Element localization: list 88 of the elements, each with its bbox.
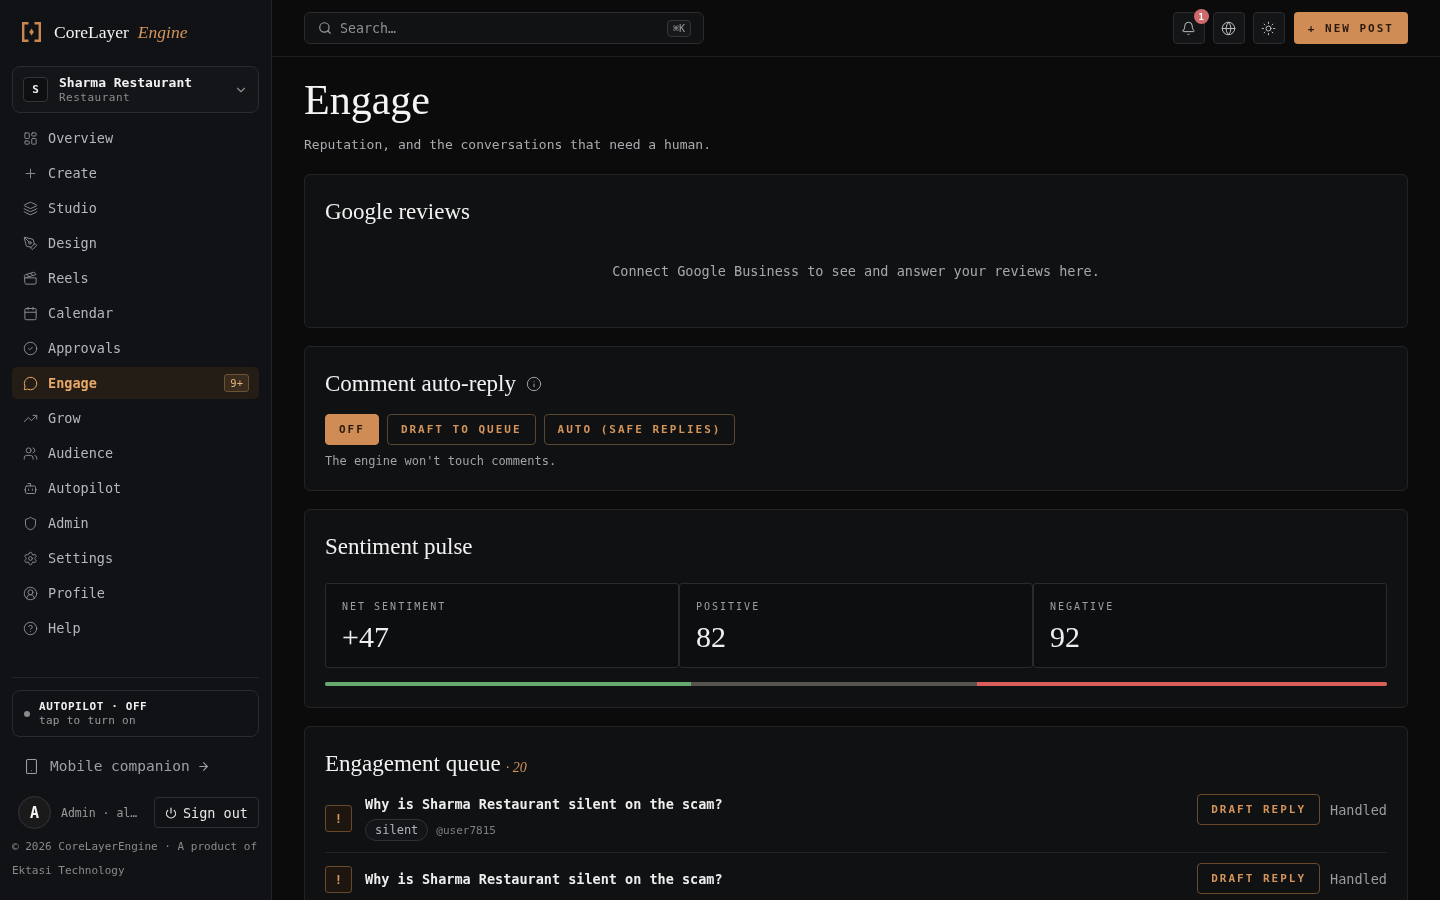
card-title: Comment auto-reply (325, 370, 516, 398)
nav-item[interactable]: Settings (12, 542, 259, 574)
plus-icon (23, 165, 38, 181)
search-input[interactable]: Search… (340, 17, 659, 39)
comment-text: Why is Sharma Restaurant silent on the scam? (365, 795, 724, 813)
stat-label: NET SENTIMENT (342, 600, 448, 614)
logo-icon (22, 22, 41, 42)
nav-item[interactable]: Audience (12, 437, 259, 469)
clapperboard-icon (23, 270, 38, 286)
sun-icon (1261, 20, 1277, 36)
page-title: Engage (304, 76, 431, 124)
shortcut-hint: ⌘K (666, 19, 691, 37)
empty-message: Connect Google Business to see and answer your reviews here. (611, 262, 1101, 281)
workspace-type: Restaurant (59, 91, 132, 104)
nav-item[interactable]: Engage 9+ (12, 367, 259, 399)
stat-value: 82 (696, 619, 727, 655)
globe-icon (1221, 20, 1237, 36)
nav-item[interactable]: Design (12, 227, 259, 259)
status-label: Handled (1330, 870, 1387, 887)
card-title: Sentiment pulse (325, 533, 473, 561)
info-icon (526, 376, 542, 392)
nav-item[interactable]: Create (12, 157, 259, 189)
nav-item[interactable]: Profile (12, 577, 259, 609)
nav-item[interactable]: Admin (12, 507, 259, 539)
nav-item[interactable]: Approvals (12, 332, 259, 364)
alert-mark: ! (325, 865, 352, 893)
nav-item[interactable]: Autopilot (12, 472, 259, 504)
author-handle: @user7815 (436, 823, 496, 837)
comment-text: Why is Sharma Restaurant silent on the scam? (365, 870, 724, 888)
robot-icon (23, 480, 38, 496)
nav-item[interactable]: Reels (12, 262, 259, 294)
workspace-selector[interactable]: S Sharma Restaurant Restaurant (12, 66, 259, 113)
workspace-name: Sharma Restaurant (59, 75, 194, 90)
user-label: Admin · al… (61, 805, 139, 820)
search-icon (318, 21, 332, 35)
bell-icon (1181, 20, 1197, 36)
settings-icon (23, 550, 38, 566)
sign-out-button[interactable]: Sign out (153, 797, 259, 828)
dashboard-icon (23, 130, 38, 146)
shield-icon (23, 515, 38, 531)
mode-note: The engine won't touch comments. (325, 453, 558, 469)
power-icon (164, 806, 177, 819)
nav-item[interactable]: Calendar (12, 297, 259, 329)
alert-mark: ! (325, 804, 352, 832)
user-avatar: A (18, 796, 51, 829)
check-circle-icon (23, 340, 38, 356)
arrow-right-icon (196, 759, 210, 773)
mode-option[interactable]: AUTO (SAFE REPLIES) (543, 414, 736, 445)
count-badge: 9+ (224, 374, 249, 392)
help-icon (23, 620, 38, 636)
mode-option[interactable]: OFF (325, 414, 379, 445)
page-subtitle: Reputation, and the conversations that need a human. (304, 136, 712, 154)
users-icon (23, 445, 38, 461)
nav-item[interactable]: Grow (12, 402, 259, 434)
calendar-icon (23, 305, 38, 321)
card-title: Engagement queue (325, 750, 501, 778)
queue-count: · 20 (505, 760, 527, 777)
mobile-companion-link[interactable]: Mobile companion (12, 753, 210, 779)
nav-item[interactable]: Help (12, 612, 259, 644)
layers-icon (23, 200, 38, 216)
language-button[interactable] (1212, 12, 1245, 44)
user-circle-icon (23, 585, 38, 601)
draft-reply-button[interactable]: DRAFT REPLY (1197, 794, 1321, 825)
phone-icon (23, 757, 40, 775)
autopilot-status: AUTOPILOT · OFF (39, 700, 148, 713)
stat-label: POSITIVE (696, 600, 762, 614)
autopilot-toggle[interactable]: AUTOPILOT · OFF tap to turn on (12, 690, 259, 737)
notification-count: 1 (1193, 9, 1209, 24)
workspace-avatar: S (23, 77, 48, 102)
stat-value: +47 (342, 619, 390, 655)
nav-item[interactable]: Studio (12, 192, 259, 224)
search-bar[interactable]: Search… ⌘K (304, 12, 704, 44)
card-title: Google reviews (325, 198, 470, 226)
nav-item[interactable]: Overview (12, 122, 259, 154)
tag-chip: silent (365, 819, 429, 841)
brand-name: CoreLayer (54, 21, 129, 43)
pen-icon (23, 235, 38, 251)
stat-value: 92 (1050, 619, 1081, 655)
theme-button[interactable] (1252, 12, 1285, 44)
new-post-button[interactable]: + NEW POST (1293, 12, 1408, 44)
draft-reply-button[interactable]: DRAFT REPLY (1197, 863, 1321, 894)
mode-option[interactable]: DRAFT TO QUEUE (386, 414, 536, 445)
brand-suffix: Engine (137, 21, 188, 43)
chat-bubble-icon (23, 375, 38, 391)
status-label: Handled (1330, 801, 1387, 818)
autopilot-hint: tap to turn on (39, 714, 137, 727)
copyright-text: © 2026 CoreLayerEngine · A product of Ektasi Technology (12, 839, 259, 879)
stat-label: NEGATIVE (1050, 600, 1116, 614)
